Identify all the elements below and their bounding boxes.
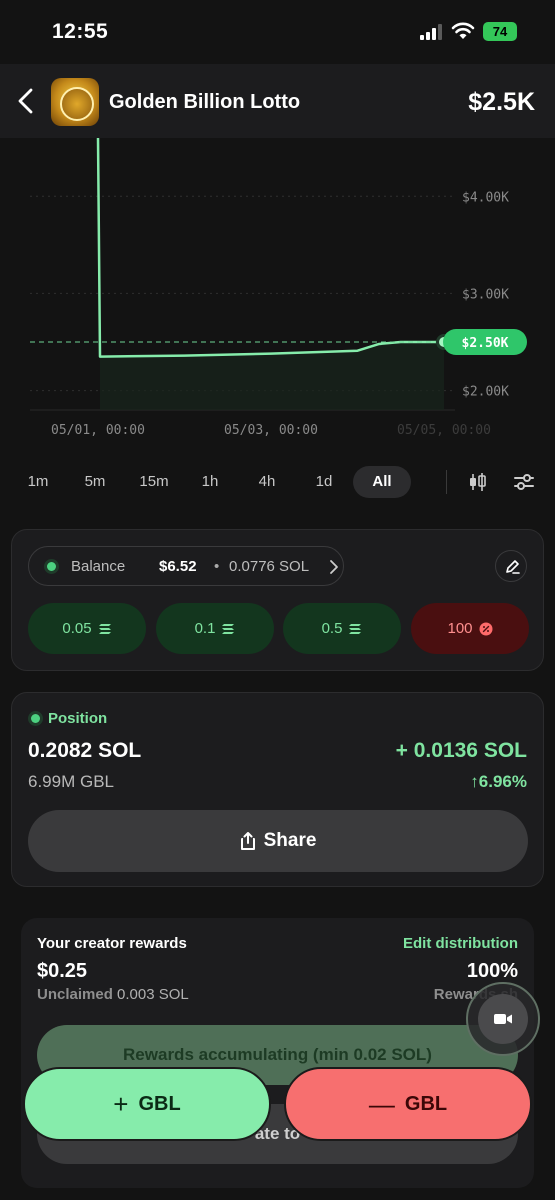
x-tick-label: 05/01, 00:00 [51, 423, 145, 438]
timeframe-selector: 1m 5m 15m 1h 4h 1d All [16, 466, 446, 498]
y-tick-label: $3.00K [462, 287, 509, 302]
record-button-inner [478, 994, 528, 1044]
divider [446, 470, 447, 494]
status-dot [31, 714, 40, 723]
current-price-label: $2.50K [462, 336, 509, 351]
percent-icon [479, 622, 493, 635]
sell-percent-button[interactable]: 100 [411, 603, 529, 654]
wifi-icon [451, 22, 475, 39]
timeframe-1m[interactable]: 1m [16, 466, 60, 498]
rewards-title: Your creator rewards [37, 935, 187, 952]
pencil-icon [506, 560, 520, 574]
plus-icon: + [113, 1089, 129, 1119]
y-tick-label: $2.00K [462, 385, 509, 400]
battery-level: 74 [492, 24, 508, 39]
share-label: Share [263, 830, 317, 851]
unclaimed-value: 0.003 SOL [117, 986, 189, 1003]
video-camera-icon [494, 1014, 512, 1024]
amount-button-0-05[interactable]: 0.05 [28, 603, 146, 654]
amount-value: 0.5 [321, 620, 343, 637]
amount-button-0-5[interactable]: 0.5 [283, 603, 401, 654]
status-time: 12:55 [52, 20, 109, 43]
series-line [96, 138, 444, 358]
balance-usd: $6.52 [159, 558, 197, 575]
token-logo [51, 78, 99, 126]
trade-panel: Balance $6.52 • 0.0776 SOL 0.05 0.1 0.5 … [11, 529, 544, 671]
market-cap: $2.5K [468, 88, 535, 116]
solana-icon [349, 623, 362, 634]
battery-icon: 74 [483, 22, 517, 41]
token-header: Golden Billion Lotto $2.5K [0, 64, 555, 138]
unclaimed-label: Unclaimed [37, 986, 113, 1003]
signal-icon [420, 24, 442, 40]
position-card: Position 0.2082 SOL 6.99M GBL + 0.0136 S… [11, 692, 544, 887]
minus-icon: — [368, 1089, 395, 1119]
amount-value: 0.05 [62, 620, 92, 637]
position-pnl: + 0.0136 SOL [395, 739, 527, 762]
timeframe-5m[interactable]: 5m [73, 466, 117, 498]
balance-separator: • [214, 558, 220, 575]
timeframe-4h[interactable]: 4h [245, 466, 289, 498]
position-tokens: 6.99M GBL [28, 772, 114, 791]
x-tick-label: 05/05, 00:00 [397, 423, 491, 438]
sell-button[interactable]: — GBL [284, 1067, 532, 1141]
amount-value: 0.1 [194, 620, 216, 637]
back-chevron-icon[interactable] [14, 87, 38, 115]
timeframe-15m[interactable]: 15m [130, 466, 178, 498]
buy-button[interactable]: + GBL [23, 1067, 271, 1141]
balance-sol: 0.0776 SOL [229, 558, 310, 575]
token-title: Golden Billion Lotto [109, 91, 301, 113]
percent-value: 100 [447, 620, 473, 637]
price-chart[interactable]: $4.00K $3.00K $2.00K 05/01, 00:00 05/03, 00:… [0, 138, 555, 448]
solana-icon [98, 623, 111, 634]
share-icon [240, 832, 255, 850]
x-tick-label: 05/03, 00:00 [224, 423, 318, 438]
record-button[interactable] [466, 982, 540, 1056]
series-area [100, 342, 444, 410]
timeframe-1d[interactable]: 1d [302, 466, 346, 498]
status-dot [47, 562, 56, 571]
share-button[interactable]: Share [28, 810, 528, 872]
timeframe-1h[interactable]: 1h [188, 466, 232, 498]
settings-sliders-icon[interactable] [512, 470, 536, 494]
status-bar: 12:55 74 [0, 0, 555, 64]
edit-distribution-link[interactable]: Edit distribution [403, 935, 518, 952]
position-pnl-percent: ↑6.96% [470, 772, 527, 791]
balance-pill[interactable]: Balance $6.52 • 0.0776 SOL [28, 546, 344, 586]
position-label: Position [48, 710, 108, 727]
position-sol: 0.2082 SOL [28, 739, 142, 762]
creator-rewards-card: Your creator rewards Edit distribution $… [21, 918, 534, 1188]
timeframe-all[interactable]: All [353, 466, 411, 498]
chevron-right-icon [330, 560, 338, 574]
candlestick-icon[interactable] [465, 470, 489, 494]
unclaimed-row: Unclaimed 0.003 SOL [37, 986, 189, 1003]
price-chart-svg[interactable]: $4.00K $3.00K $2.00K 05/01, 00:00 05/03, 00:… [0, 138, 555, 448]
rewards-share-percent: 100% [466, 960, 518, 982]
balance-label: Balance [71, 558, 126, 575]
rewards-amount: $0.25 [37, 960, 88, 982]
buy-label: GBL [138, 1092, 181, 1115]
sell-label: GBL [404, 1092, 448, 1115]
amount-button-0-1[interactable]: 0.1 [156, 603, 274, 654]
edit-amounts-button[interactable] [495, 550, 527, 582]
solana-icon [222, 623, 235, 634]
y-tick-label: $4.00K [462, 190, 509, 205]
